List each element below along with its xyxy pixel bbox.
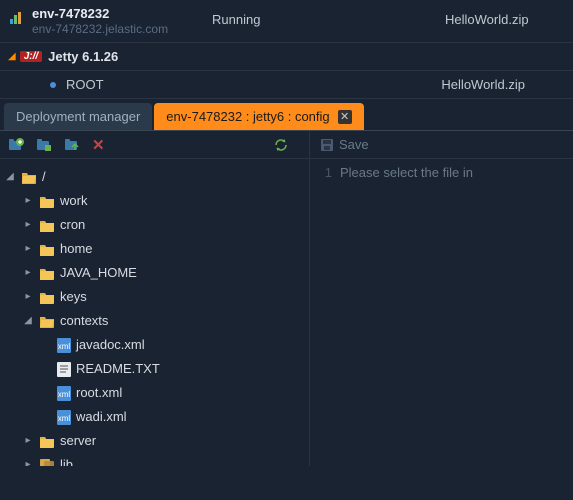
tree-item-wadi-xml[interactable]: xml wadi.xml <box>4 405 305 429</box>
expand-icon[interactable]: ◢ <box>8 51 16 62</box>
file-tree-pane: ✕ ◢/▸work▸cron▸home▸JAVA_HOME▸keys◢conte… <box>0 131 310 466</box>
tree-label: / <box>42 167 46 187</box>
jetty-icon: J:// <box>20 51 42 62</box>
chevron-right-icon[interactable]: ▸ <box>22 191 34 211</box>
tree-item-lib[interactable]: ▸ lib <box>4 453 305 466</box>
environment-name: env-7478232 <box>32 6 212 21</box>
tree-item-home[interactable]: ▸ home <box>4 237 305 261</box>
tree-label: cron <box>60 215 85 235</box>
environment-deployment: HelloWorld.zip <box>445 6 565 27</box>
tree-label: contexts <box>60 311 108 331</box>
editor-body[interactable]: 1 Please select the file in <box>310 159 573 186</box>
tree-toolbar: ✕ <box>0 131 309 159</box>
tree-label: README.TXT <box>76 359 160 379</box>
tree-label: wadi.xml <box>76 407 127 427</box>
tab-deployment-manager[interactable]: Deployment manager <box>4 103 152 130</box>
svg-text:xml: xml <box>58 342 71 351</box>
tab-label: env-7478232 : jetty6 : config <box>166 109 329 124</box>
environment-header: env-7478232 env-7478232.jelastic.com Run… <box>0 0 573 43</box>
tree-item-root-xml[interactable]: xml root.xml <box>4 381 305 405</box>
upload-button[interactable] <box>64 138 80 152</box>
tree-item-java-home[interactable]: ▸ JAVA_HOME <box>4 261 305 285</box>
tree-root[interactable]: ◢/ <box>4 165 305 189</box>
chevron-down-icon[interactable]: ◢ <box>4 167 16 187</box>
new-folder-button[interactable] <box>36 138 52 152</box>
environment-domain: env-7478232.jelastic.com <box>32 22 212 36</box>
tab-label: Deployment manager <box>16 109 140 124</box>
environment-status: Running <box>212 6 445 27</box>
new-file-button[interactable] <box>8 138 24 152</box>
context-deployment: HelloWorld.zip <box>441 77 565 92</box>
chevron-right-icon[interactable]: ▸ <box>22 431 34 451</box>
xml-file-icon: xml <box>57 338 71 353</box>
tree-item-server[interactable]: ▸ server <box>4 429 305 453</box>
folder-icon <box>39 267 55 280</box>
editor-placeholder: Please select the file in <box>340 165 473 180</box>
xml-file-icon: xml <box>57 410 71 425</box>
tree-label: lib <box>60 455 73 466</box>
line-number: 1 <box>310 165 340 180</box>
tree-label: javadoc.xml <box>76 335 145 355</box>
save-icon <box>320 138 334 152</box>
tab-bar: Deployment manager env-7478232 : jetty6 … <box>0 99 573 131</box>
tree-item-cron[interactable]: ▸ cron <box>4 213 305 237</box>
tree-label: JAVA_HOME <box>60 263 137 283</box>
chevron-right-icon[interactable]: ▸ <box>22 455 34 466</box>
text-file-icon <box>57 362 71 377</box>
tab-config[interactable]: env-7478232 : jetty6 : config ✕ <box>154 103 363 130</box>
tree-label: root.xml <box>76 383 122 403</box>
bullet-icon <box>50 82 56 88</box>
editor-toolbar: Save <box>310 131 573 159</box>
close-icon[interactable]: ✕ <box>338 110 352 124</box>
xml-file-icon: xml <box>57 386 71 401</box>
editor-pane: Save 1 Please select the file in <box>310 131 573 466</box>
chevron-right-icon[interactable]: ▸ <box>22 239 34 259</box>
tree-label: home <box>60 239 93 259</box>
file-tree[interactable]: ◢/▸work▸cron▸home▸JAVA_HOME▸keys◢context… <box>0 159 309 466</box>
environment-icon <box>8 10 24 26</box>
environment-name-block[interactable]: env-7478232 env-7478232.jelastic.com <box>32 6 212 36</box>
tree-label: work <box>60 191 87 211</box>
folder-icon <box>39 195 55 208</box>
save-button[interactable]: Save <box>339 137 369 152</box>
chevron-down-icon[interactable]: ◢ <box>22 311 34 331</box>
chevron-right-icon[interactable]: ▸ <box>22 215 34 235</box>
context-row[interactable]: ROOT HelloWorld.zip <box>0 71 573 99</box>
delete-button[interactable]: ✕ <box>92 136 105 154</box>
folder-icon <box>39 435 55 448</box>
folder-open-icon <box>21 171 37 184</box>
tree-label: server <box>60 431 96 451</box>
svg-text:xml: xml <box>58 414 71 423</box>
refresh-button[interactable] <box>273 137 289 153</box>
tree-item-contexts[interactable]: ◢ contexts <box>4 309 305 333</box>
server-name: Jetty 6.1.26 <box>48 49 118 64</box>
chevron-right-icon[interactable]: ▸ <box>22 263 34 283</box>
tree-item-readme-txt[interactable]: README.TXT <box>4 357 305 381</box>
context-name: ROOT <box>66 77 246 92</box>
folder-icon <box>39 219 55 232</box>
tree-item-work[interactable]: ▸ work <box>4 189 305 213</box>
svg-text:xml: xml <box>58 390 71 399</box>
folder-icon <box>39 243 55 256</box>
tree-item-keys[interactable]: ▸ keys <box>4 285 305 309</box>
library-icon <box>39 458 55 466</box>
folder-open-icon <box>39 315 55 328</box>
tree-item-javadoc-xml[interactable]: xml javadoc.xml <box>4 333 305 357</box>
chevron-right-icon[interactable]: ▸ <box>22 287 34 307</box>
tree-label: keys <box>60 287 87 307</box>
folder-icon <box>39 291 55 304</box>
server-row[interactable]: ◢ J:// Jetty 6.1.26 <box>0 43 573 71</box>
